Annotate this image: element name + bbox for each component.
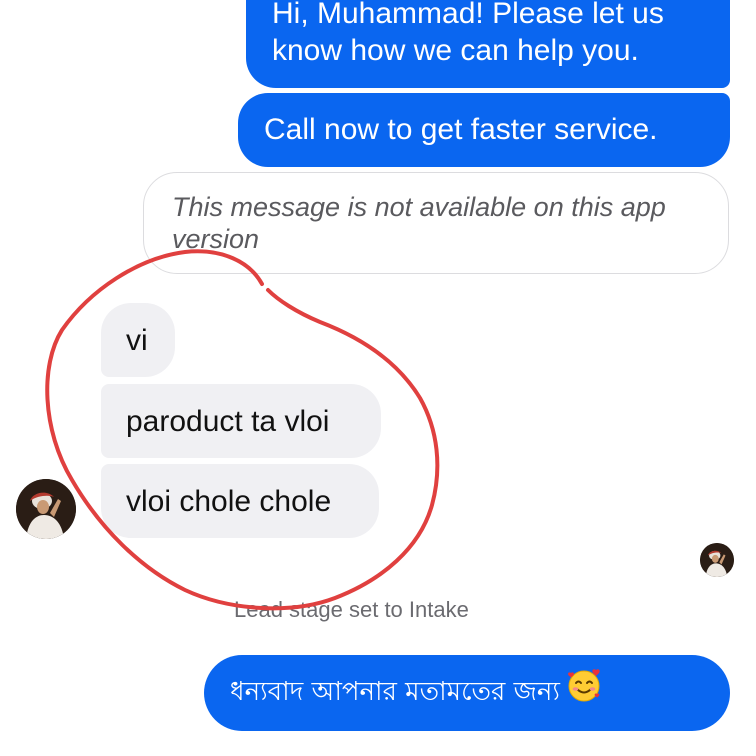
outgoing-message-bubble[interactable]: ধন্যবাদ আপনার মতামতের জন্য (204, 655, 730, 731)
avatar-photo-icon (700, 543, 734, 577)
unavailable-message-bubble[interactable]: This message is not available on this ap… (143, 172, 729, 274)
incoming-message-bubble[interactable]: vi (101, 303, 175, 377)
message-text: vi (126, 324, 148, 357)
system-event-text: Lead stage set to Intake (234, 597, 469, 622)
read-receipt-avatar (700, 543, 734, 577)
incoming-message-bubble[interactable]: vloi chole chole (101, 464, 379, 538)
message-text: Call now to get faster service. (264, 113, 658, 146)
smiling-face-with-hearts-icon (566, 667, 602, 712)
sender-avatar[interactable] (16, 479, 76, 539)
message-text: paroduct ta vloi (126, 405, 330, 438)
unavailable-notice-text: This message is not available on this ap… (172, 192, 666, 255)
message-text: ধন্যবাদ আপনার মতামতের জন্য (230, 676, 560, 707)
outgoing-message-bubble[interactable]: Call now to get faster service. (238, 93, 730, 167)
message-text: Hi, Muhammad! Please let us know how we … (272, 0, 664, 67)
message-text: vloi chole chole (126, 485, 332, 518)
avatar-photo-icon (16, 479, 76, 539)
incoming-message-bubble[interactable]: paroduct ta vloi (101, 384, 381, 458)
chat-screen: Hi, Muhammad! Please let us know how we … (0, 0, 756, 756)
outgoing-message-bubble[interactable]: Hi, Muhammad! Please let us know how we … (246, 0, 730, 88)
